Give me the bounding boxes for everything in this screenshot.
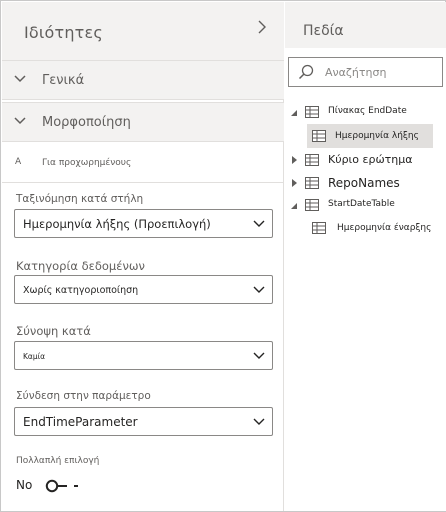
tree-item-label: Κύριο ερώτημα [328, 153, 413, 166]
table-icon [305, 199, 319, 211]
tree-item-label: Ημερομηνία έναρξης [337, 223, 432, 233]
search-placeholder: Αναζήτηση [325, 66, 387, 79]
tree-item-label: Ημερομηνία λήξης [335, 131, 419, 141]
tree-field-start-date[interactable]: Ημερομηνία έναρξης [285, 216, 446, 240]
calendar-field-icon [312, 130, 326, 142]
chevron-right-icon [258, 20, 266, 34]
data-category-label: Κατηγορία δεδομένων [16, 259, 145, 273]
properties-header: Ιδιότητες [2, 2, 284, 60]
multi-select-label: Πολλαπλή επιλογή [16, 456, 100, 466]
collapse-pane-button[interactable] [252, 18, 272, 40]
fields-pane: Πεδία Αναζήτηση Πίνακας EndDate Ημερομην… [285, 2, 446, 511]
collapsed-triangle-icon [292, 179, 297, 187]
expanded-triangle-icon [291, 203, 297, 209]
tree-table-reponames[interactable]: RepoNames [285, 171, 446, 195]
summarize-by-dropdown[interactable]: Καμία [14, 341, 273, 370]
sort-by-dropdown[interactable]: Ημερομηνία λήξης (Προεπιλογή) [14, 209, 273, 238]
collapsed-triangle-icon [292, 156, 297, 164]
tree-table-startdate[interactable]: StartDateTable [285, 193, 446, 217]
section-advanced[interactable]: A Για προχωρημένους [2, 145, 284, 183]
calendar-field-icon [312, 222, 326, 234]
tree-table-main-query[interactable]: Κύριο ερώτημα [285, 148, 446, 172]
chevron-down-icon [253, 286, 265, 293]
fields-title: Πεδία [303, 23, 344, 39]
summarize-by-label: Σύνοψη κατά [16, 324, 91, 338]
section-general[interactable]: Γενικά [2, 60, 284, 100]
chevron-down-icon [253, 352, 265, 359]
tree-item-label: Πίνακας EndDate [328, 106, 407, 116]
chevron-down-icon [253, 220, 265, 227]
sort-by-value: Ημερομηνία λήξης (Προεπιλογή) [23, 217, 211, 231]
data-category-value: Χωρίς κατηγοριοποίηση [23, 285, 139, 296]
bind-parameter-value: EndTimeParameter [23, 415, 138, 429]
advanced-icon: A [15, 157, 22, 167]
multi-select-toggle[interactable] [45, 479, 81, 493]
tree-field-end-date[interactable]: Ημερομηνία λήξης [307, 124, 433, 148]
table-icon [305, 106, 319, 118]
section-advanced-label: Για προχωρημένους [42, 158, 132, 168]
section-general-label: Γενικά [42, 73, 85, 88]
fields-header: Πεδία [285, 2, 446, 48]
app-frame: Ιδιότητες Γενικά Μορφοποίηση A Για προχω… [0, 0, 446, 512]
table-icon [305, 177, 319, 189]
summarize-by-value: Καμία [23, 352, 46, 361]
search-icon [298, 64, 314, 80]
properties-title: Ιδιότητες [24, 23, 103, 42]
data-category-dropdown[interactable]: Χωρίς κατηγοριοποίηση [14, 275, 273, 304]
chevron-down-icon [14, 117, 26, 125]
sort-by-label: Ταξινόμηση κατά στήλη [16, 193, 144, 205]
bind-parameter-label: Σύνδεση στην παράμετρο [16, 390, 151, 402]
multi-select-state: No [16, 478, 33, 492]
properties-pane: Ιδιότητες Γενικά Μορφοποίηση A Για προχω… [2, 2, 284, 511]
fields-search-input[interactable]: Αναζήτηση [288, 57, 443, 87]
section-formatting[interactable]: Μορφοποίηση [2, 102, 284, 142]
chevron-down-icon [14, 75, 26, 83]
table-icon [305, 154, 319, 166]
tree-table-enddate[interactable]: Πίνακας EndDate [285, 100, 446, 124]
expanded-triangle-icon [291, 110, 297, 116]
tree-item-label: RepoNames [328, 176, 400, 190]
bind-parameter-dropdown[interactable]: EndTimeParameter [14, 407, 273, 436]
chevron-down-icon [253, 418, 265, 425]
section-formatting-label: Μορφοποίηση [42, 115, 131, 130]
tree-item-label: StartDateTable [328, 199, 395, 209]
